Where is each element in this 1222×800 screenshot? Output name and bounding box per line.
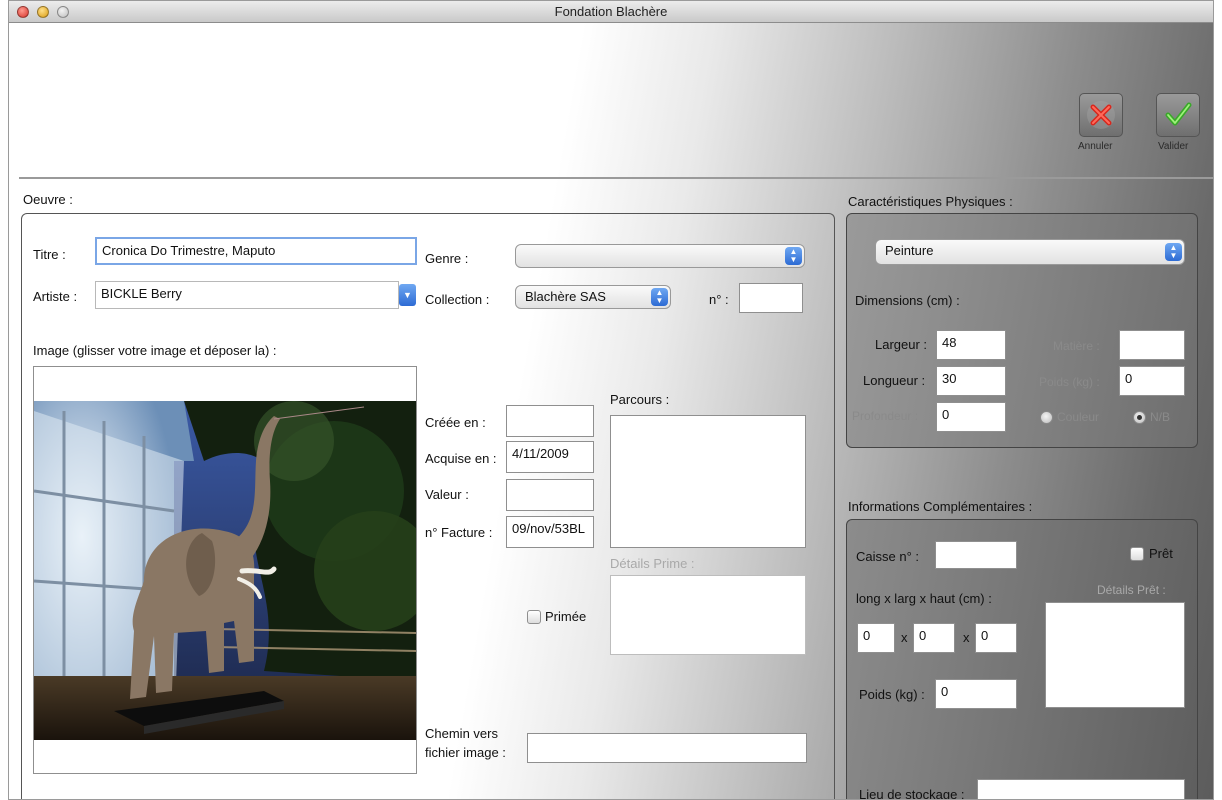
- acquise-label: Acquise en :: [425, 451, 497, 466]
- image-label: Image (glisser votre image et déposer la…: [33, 343, 277, 358]
- genre-select[interactable]: ▲ ▼: [515, 244, 805, 268]
- titre-label: Titre :: [33, 247, 66, 262]
- chemin-input[interactable]: [527, 733, 807, 763]
- combo-dropdown-icon[interactable]: ▼: [399, 284, 416, 306]
- titre-input[interactable]: Cronica Do Trimestre, Maputo: [95, 237, 417, 265]
- profondeur-input[interactable]: 0: [936, 402, 1006, 432]
- nb-radio[interactable]: [1133, 411, 1146, 424]
- pret-label: Prêt: [1149, 546, 1173, 561]
- artiste-label: Artiste :: [33, 289, 78, 304]
- times-separator-1: x: [901, 630, 908, 645]
- collection-select[interactable]: Blachère SAS ▲ ▼: [515, 285, 671, 309]
- cancel-x-icon: [1087, 101, 1115, 129]
- toolbar-divider: [19, 177, 1213, 179]
- updown-arrows-icon: ▲ ▼: [785, 247, 802, 265]
- updown-arrows-icon: ▲ ▼: [1165, 243, 1182, 261]
- valeur-label: Valeur :: [425, 487, 469, 502]
- profondeur-label: Profondeur :: [852, 409, 919, 423]
- parcours-textarea[interactable]: [610, 415, 806, 548]
- collection-label: Collection :: [425, 292, 490, 307]
- primee-checkbox[interactable]: [527, 610, 541, 624]
- couleur-radio[interactable]: [1040, 411, 1053, 424]
- numero-input[interactable]: [739, 283, 803, 313]
- facture-input[interactable]: 09/nov/53BL: [506, 516, 594, 548]
- cancel-label: Annuler: [1078, 141, 1113, 152]
- pret-checkbox[interactable]: [1130, 547, 1144, 561]
- caisse-long-input[interactable]: 0: [857, 623, 895, 653]
- chemin-label-line2: fichier image :: [425, 745, 506, 760]
- dims-caisse-label: long x larg x haut (cm) :: [856, 591, 992, 606]
- matiere-input[interactable]: [1119, 330, 1185, 360]
- caisse-input[interactable]: [935, 541, 1017, 569]
- caisse-haut-input[interactable]: 0: [975, 623, 1017, 653]
- artwork-photo: [34, 401, 416, 740]
- matiere-label: Matière :: [1053, 339, 1100, 353]
- type-oeuvre-value: Peinture: [885, 243, 934, 258]
- cancel-button[interactable]: [1079, 93, 1123, 137]
- largeur-input[interactable]: 48: [936, 330, 1006, 360]
- title-bar: Fondation Blachère: [9, 1, 1213, 23]
- artiste-combo[interactable]: BICKLE Berry: [95, 281, 399, 309]
- poids-oeuvre-label: Poids (kg) :: [1039, 375, 1100, 389]
- creee-label: Créée en :: [425, 415, 486, 430]
- largeur-label: Largeur :: [875, 337, 928, 352]
- genre-label: Genre :: [425, 251, 469, 266]
- times-separator-2: x: [963, 630, 970, 645]
- caisse-label: Caisse n° :: [856, 549, 920, 564]
- acquise-input[interactable]: 4/11/2009: [506, 441, 594, 473]
- oeuvre-section-title: Oeuvre :: [23, 192, 73, 207]
- poids-oeuvre-input[interactable]: 0: [1119, 366, 1185, 396]
- stockage-input[interactable]: [977, 779, 1185, 799]
- primee-label: Primée: [545, 609, 587, 624]
- details-pret-textarea[interactable]: [1045, 602, 1185, 708]
- validate-button[interactable]: [1156, 93, 1200, 137]
- details-pret-label: Détails Prêt :: [1097, 583, 1166, 597]
- poids-caisse-input[interactable]: 0: [935, 679, 1017, 709]
- physique-section-title: Caractéristiques Physiques :: [848, 194, 1013, 209]
- checkmark-icon: [1165, 102, 1192, 126]
- validate-label: Valider: [1158, 141, 1189, 152]
- image-drop-zone[interactable]: [33, 366, 417, 774]
- longueur-label: Longueur :: [863, 373, 926, 388]
- collection-select-value: Blachère SAS: [525, 289, 606, 304]
- valeur-input[interactable]: [506, 479, 594, 511]
- complementaires-section-title: Informations Complémentaires :: [848, 499, 1033, 514]
- stockage-label: Lieu de stockage :: [859, 787, 965, 800]
- chemin-label-line1: Chemin vers: [425, 726, 498, 741]
- couleur-radio-label: Couleur: [1057, 410, 1100, 424]
- app-window: Fondation Blachère Annuler Valider Oeuvr…: [8, 0, 1214, 800]
- caisse-larg-input[interactable]: 0: [913, 623, 955, 653]
- nb-radio-label: N/B: [1150, 410, 1171, 424]
- zoom-window-button[interactable]: [57, 6, 69, 18]
- facture-label: n° Facture :: [425, 525, 493, 540]
- poids-caisse-label: Poids (kg) :: [859, 687, 925, 702]
- type-oeuvre-select[interactable]: Peinture ▲ ▼: [875, 239, 1185, 265]
- creee-input[interactable]: [506, 405, 594, 437]
- parcours-label: Parcours :: [610, 392, 670, 407]
- close-window-button[interactable]: [17, 6, 29, 18]
- dimensions-label: Dimensions (cm) :: [855, 293, 960, 308]
- details-prime-label: Détails Prime :: [610, 556, 695, 571]
- details-prime-textarea[interactable]: [610, 575, 806, 655]
- updown-arrows-icon: ▲ ▼: [651, 288, 668, 306]
- minimize-window-button[interactable]: [37, 6, 49, 18]
- numero-label: n° :: [709, 292, 729, 307]
- window-title: Fondation Blachère: [554, 4, 668, 19]
- longueur-input[interactable]: 30: [936, 366, 1006, 396]
